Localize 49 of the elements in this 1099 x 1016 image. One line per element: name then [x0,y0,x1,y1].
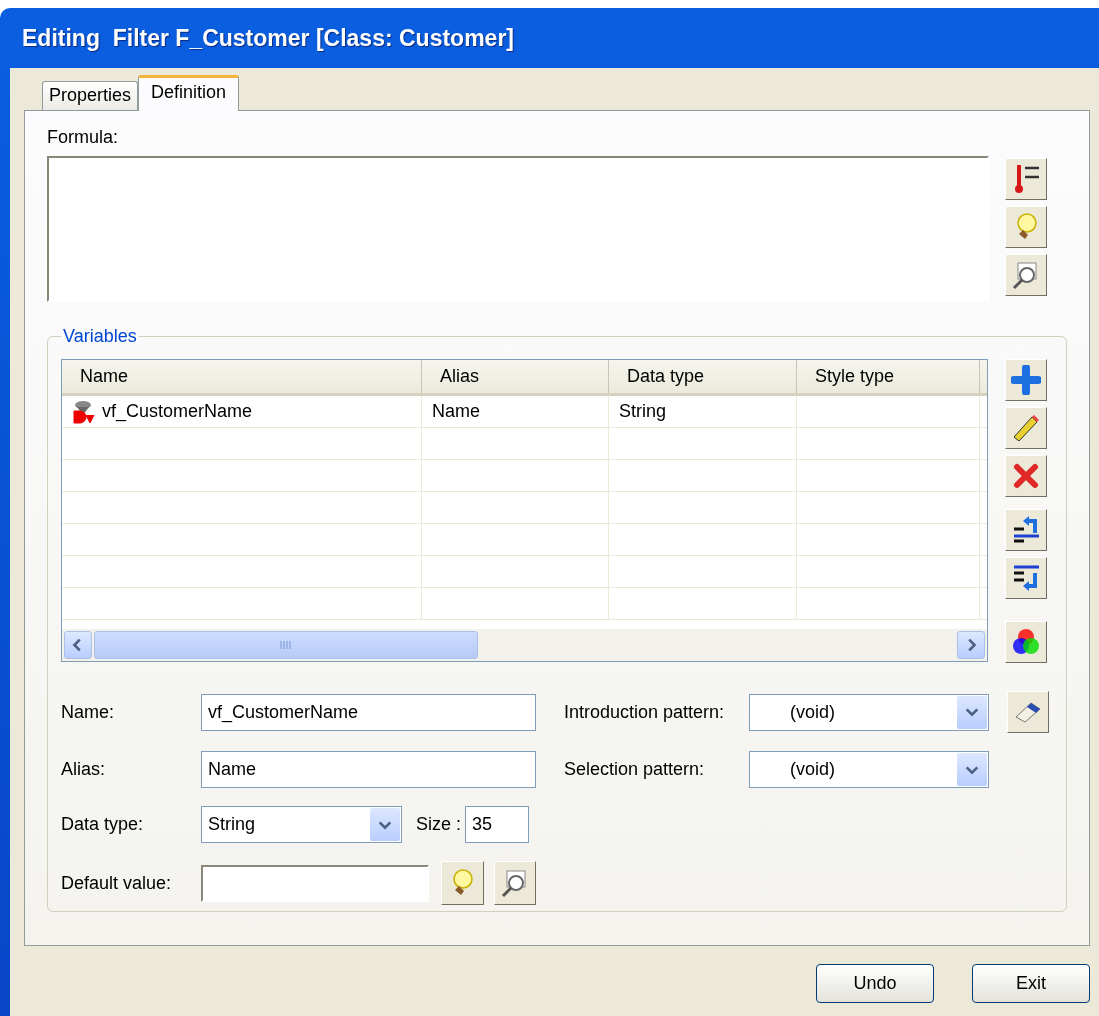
edit-button[interactable] [1005,407,1047,449]
column-header[interactable]: Alias [422,360,609,393]
formula-label: Formula: [47,127,119,148]
search-button[interactable] [1005,254,1047,296]
pencil-icon [1012,414,1040,442]
idea-button[interactable] [441,861,484,905]
data-type-dropdown[interactable]: String [201,806,402,843]
field-label: Default value: [61,872,173,894]
field-label: Introduction pattern: [564,701,726,723]
idea-button[interactable] [1005,206,1047,248]
column-header[interactable]: Style type [797,360,980,393]
selection-pattern-dropdown[interactable]: (void) [749,751,989,788]
tab[interactable]: Properties [42,81,139,110]
column-header[interactable]: Data type [609,360,797,393]
move-up-button[interactable] [1005,509,1047,551]
column-header[interactable]: Name [62,360,422,393]
formula-field[interactable] [47,156,989,302]
introduction-pattern-dropdown[interactable]: (void) [749,693,989,731]
exit-button[interactable]: Exit [972,964,1090,1003]
delete-button[interactable] [1005,455,1047,497]
move-down-icon [1011,563,1041,593]
add-button[interactable] [1005,359,1047,401]
group-title: Variables [62,326,138,347]
default-value-field[interactable] [201,864,429,902]
field-label: Data type: [61,814,145,835]
table-cell: String [619,401,667,422]
field-label: Size : [416,814,462,835]
color-button[interactable] [1005,621,1047,663]
tab[interactable]: Definition [138,75,240,111]
insert-button[interactable] [1005,158,1047,200]
alias-field[interactable]: Name [201,751,536,788]
undo-button[interactable]: Undo [816,964,934,1003]
window-title: Editing Filter F_Customer [Class: Customer] [21,23,515,53]
field-label: Alias: [61,759,106,780]
table-cell: Name [432,401,480,422]
horizontal-scrollbar[interactable] [62,629,987,661]
field-label: Name: [61,701,115,723]
size-field[interactable]: 35 [465,806,530,843]
eraser-button[interactable] [1007,691,1049,733]
name-field[interactable]: vf_CustomerName [201,693,536,731]
move-down-button[interactable] [1005,557,1047,599]
table-cell: vf_CustomerName [102,401,253,422]
field-label: Selection pattern: [564,759,706,780]
plus-icon [1011,365,1041,395]
close-icon [1012,462,1040,490]
grip-icon [279,640,293,650]
search-button[interactable] [493,861,536,905]
color-circles-icon [1011,627,1041,657]
move-up-icon [1011,515,1041,545]
